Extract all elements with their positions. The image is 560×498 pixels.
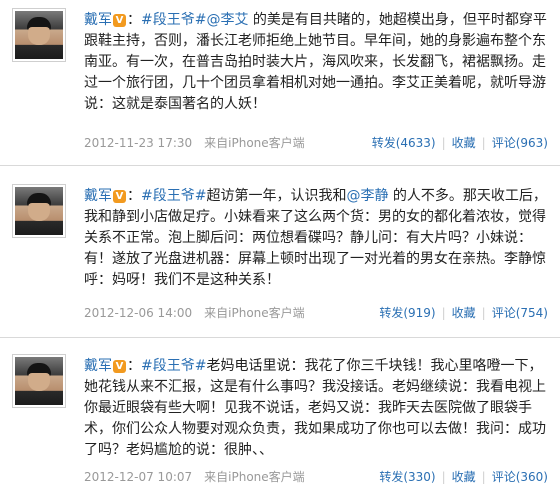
post-time[interactable]: 2012-11-23 17:30 [84,136,192,150]
post-meta: 2012-12-06 14:00 来自iPhone客户端 转发(919) | 收藏 | 评… [84,304,548,322]
repost-button[interactable]: 转发(4633) [372,136,436,150]
post-source[interactable]: 来自iPhone客户端 [204,470,305,484]
topic-link[interactable]: #段王爷# [141,188,206,204]
avatar-image [15,11,63,59]
post-source[interactable]: 来自iPhone客户端 [204,136,305,150]
post-actions: 转发(919) | 收藏 | 评论(754) [379,304,548,322]
mention-link[interactable]: @李艾 [206,12,248,28]
avatar[interactable] [12,8,66,62]
comment-button[interactable]: 评论(754) [492,306,548,320]
post-content-prefix: 超访第一年，认识我和 [206,188,347,204]
post-actions: 转发(4633) | 收藏 | 评论(963) [372,134,548,152]
divider: | [441,470,446,484]
comment-button[interactable]: 评论(360) [492,470,548,484]
divider: | [481,136,486,150]
avatar-image [15,357,63,405]
post-source[interactable]: 来自iPhone客户端 [204,306,305,320]
comment-button[interactable]: 评论(963) [492,136,548,150]
post-text: 戴军 V ：#段王爷#超访第一年，认识我和@李静 的人不多。那天收工后，我和静到小店… [84,188,547,288]
post-time[interactable]: 2012-12-06 14:00 [84,306,192,320]
post-text: 戴军 V ：#段王爷#@李艾 的美是有目共睹的，她超模出身，但平时都穿平跟鞋主持，否… [84,12,547,112]
avatar-image [15,187,63,235]
avatar[interactable] [12,354,66,408]
divider: | [481,306,486,320]
divider: | [481,470,486,484]
post-actions: 转发(330) | 收藏 | 评论(360) [379,468,548,486]
topic-link[interactable]: #段王爷# [141,358,206,374]
mention-link[interactable]: @李静 [346,188,388,204]
avatar[interactable] [12,184,66,238]
author-name[interactable]: 戴军 [84,188,112,204]
favorite-button[interactable]: 收藏 [452,470,476,484]
topic-link[interactable]: #段王爷# [141,12,206,28]
verified-badge-icon: V [113,190,126,203]
post-text: 戴军 V ：#段王爷#老妈电话里说：我花了你三千块钱！我心里咯噔一下，她花钱从来不汇… [84,358,546,458]
favorite-button[interactable]: 收藏 [452,306,476,320]
repost-button[interactable]: 转发(919) [379,306,435,320]
author-name[interactable]: 戴军 [84,12,112,28]
weibo-post: 戴军 V ：#段王爷#@李艾 的美是有目共睹的，她超模出身，但平时都穿平跟鞋主持，否… [0,0,560,166]
post-time[interactable]: 2012-12-07 10:07 [84,470,192,484]
divider: | [441,306,446,320]
favorite-button[interactable]: 收藏 [452,136,476,150]
verified-badge-icon: V [113,14,126,27]
author-name[interactable]: 戴军 [84,358,112,374]
weibo-post: 戴军 V ：#段王爷#老妈电话里说：我花了你三千块钱！我心里咯噔一下，她花钱从来不汇… [0,346,560,498]
repost-button[interactable]: 转发(330) [379,470,435,484]
post-meta: 2012-11-23 17:30 来自iPhone客户端 转发(4633) | 收藏 |… [84,134,548,152]
divider: | [441,136,446,150]
weibo-post: 戴军 V ：#段王爷#超访第一年，认识我和@李静 的人不多。那天收工后，我和静到小店… [0,176,560,338]
post-meta: 2012-12-07 10:07 来自iPhone客户端 转发(330) | 收藏 | 评… [84,468,548,486]
verified-badge-icon: V [113,360,126,373]
